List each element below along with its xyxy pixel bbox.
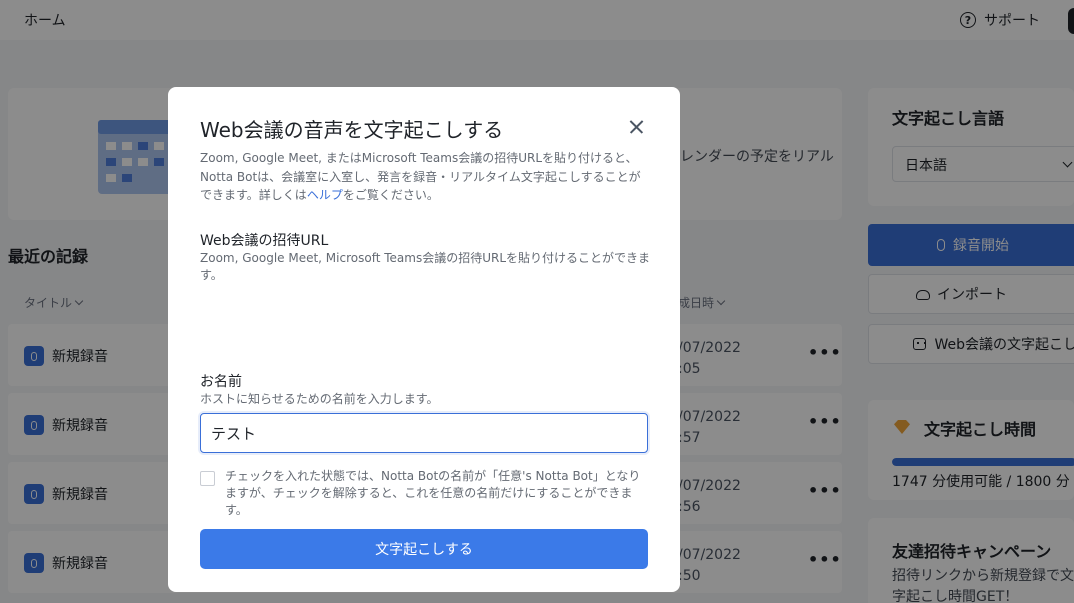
name-label: お名前	[200, 374, 242, 390]
name-description: ホストに知らせるための名前を入力します。	[200, 392, 439, 406]
web-meeting-modal: Web会議の音声を文字起こしする Zoom, Google Meet, またはM…	[168, 87, 680, 592]
close-icon[interactable]	[626, 116, 648, 138]
transcribe-button[interactable]: 文字起こしする	[200, 529, 648, 569]
modal-intro: Zoom, Google Meet, またはMicrosoft Teams会議の…	[200, 151, 641, 202]
url-description: Zoom, Google Meet, Microsoft Teams会議の招待U…	[200, 251, 651, 282]
modal-title: Web会議の音声を文字起こしする	[200, 118, 504, 142]
bot-name-checkbox-label: チェックを入れた状態では、Notta Botの名前が「任意's Notta Bo…	[225, 469, 641, 517]
url-label: Web会議の招待URL	[200, 233, 329, 249]
help-link[interactable]: ヘルプ	[307, 188, 343, 202]
bot-name-checkbox[interactable]	[200, 471, 215, 486]
name-input[interactable]	[200, 413, 648, 453]
